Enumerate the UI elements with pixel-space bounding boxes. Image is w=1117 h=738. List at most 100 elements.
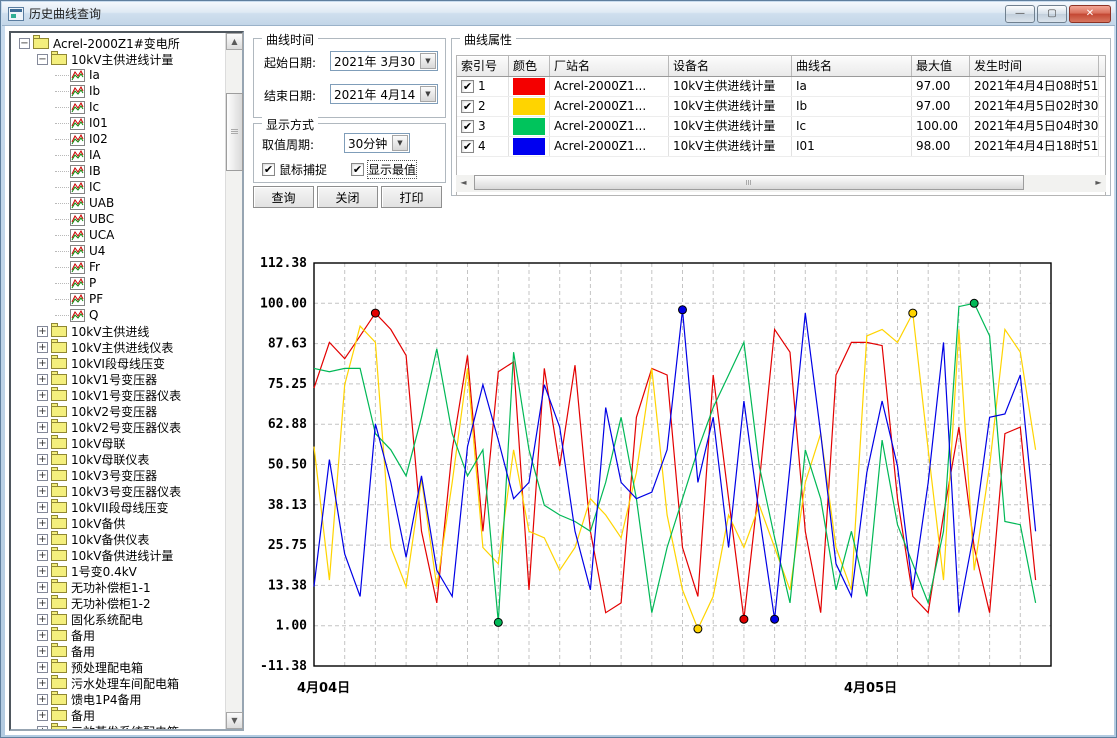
expand-box-icon[interactable]: + <box>37 358 48 369</box>
expand-box-icon[interactable]: + <box>37 470 48 481</box>
expand-box-icon[interactable]: + <box>37 518 48 529</box>
tree-item[interactable]: +10kV备供进线计量 <box>11 547 225 563</box>
expand-box-icon[interactable]: + <box>37 726 48 730</box>
close-button[interactable]: ✕ <box>1069 5 1111 23</box>
tree-item[interactable]: +固化系统配电 <box>11 611 225 627</box>
column-header[interactable]: 设备名 <box>669 56 792 76</box>
table-scroll-thumb[interactable] <box>474 175 1024 190</box>
tree-scroll-thumb[interactable] <box>226 93 243 171</box>
mouse-capture-checkbox[interactable]: ✔ <box>262 163 275 176</box>
tree-item[interactable]: +无功补偿柜1-2 <box>11 595 225 611</box>
tree-item[interactable]: IB <box>11 163 225 179</box>
column-header[interactable]: 最大值 <box>912 56 970 76</box>
start-date-dropdown-icon[interactable]: ▼ <box>420 53 436 69</box>
tree-item[interactable]: +预处理配电箱 <box>11 659 225 675</box>
expand-box-icon[interactable]: + <box>37 678 48 689</box>
tree-item[interactable]: Ia <box>11 67 225 83</box>
expand-box-icon[interactable]: + <box>37 374 48 385</box>
scroll-up-icon[interactable]: ▲ <box>226 33 243 50</box>
expand-box-icon[interactable]: + <box>37 534 48 545</box>
tree-item[interactable]: +馈电1P4备用 <box>11 691 225 707</box>
show-extremes-option[interactable]: ✔ 显示最值 <box>351 161 416 178</box>
tree-item[interactable]: +10kV母联 <box>11 435 225 451</box>
mouse-capture-option[interactable]: ✔ 鼠标捕捉 <box>262 161 327 178</box>
column-header[interactable]: 曲线名 <box>792 56 912 76</box>
tree-item[interactable]: +三效蒸发系统配电箱 <box>11 723 225 729</box>
row-checkbox[interactable]: ✔ <box>461 140 474 153</box>
tree-item[interactable]: +10kV3号变压器 <box>11 467 225 483</box>
expand-box-icon[interactable]: + <box>37 566 48 577</box>
expand-box-icon[interactable]: + <box>37 630 48 641</box>
tree-item[interactable]: +备用 <box>11 643 225 659</box>
expand-box-icon[interactable]: + <box>37 454 48 465</box>
table-row[interactable]: ✔3Acrel-2000Z1...10kV主供进线计量Ic100.002021年… <box>457 117 1105 137</box>
tree-item[interactable]: UAB <box>11 195 225 211</box>
show-extremes-checkbox[interactable]: ✔ <box>351 163 364 176</box>
end-date-picker[interactable]: 2021年 4月14 ▼ <box>330 84 438 104</box>
tree-item[interactable]: +备用 <box>11 707 225 723</box>
tree-item[interactable]: IA <box>11 147 225 163</box>
tree-item[interactable]: +10kV母联仪表 <box>11 451 225 467</box>
expand-box-icon[interactable]: + <box>37 342 48 353</box>
tree-vertical-scrollbar[interactable]: ▲ ▼ <box>225 33 242 729</box>
tree-item[interactable]: P <box>11 275 225 291</box>
tree-item[interactable]: I01 <box>11 115 225 131</box>
expand-box-icon[interactable]: + <box>37 502 48 513</box>
tree-item[interactable]: Fr <box>11 259 225 275</box>
scroll-down-icon[interactable]: ▼ <box>226 712 243 729</box>
collapse-box-icon[interactable]: − <box>37 54 48 65</box>
tree-item[interactable]: +备用 <box>11 627 225 643</box>
chart-canvas[interactable]: 112.38100.0087.6375.2562.8850.5038.1325.… <box>246 211 1114 735</box>
tree-item[interactable]: +10kV主供进线仪表 <box>11 339 225 355</box>
tree-item[interactable]: Q <box>11 307 225 323</box>
expand-box-icon[interactable]: + <box>37 646 48 657</box>
table-row[interactable]: ✔1Acrel-2000Z1...10kV主供进线计量Ia97.002021年4… <box>457 77 1105 97</box>
expand-box-icon[interactable]: + <box>37 694 48 705</box>
table-row[interactable]: ✔4Acrel-2000Z1...10kV主供进线计量I0198.002021年… <box>457 137 1105 157</box>
tree-item[interactable]: −Acrel-2000Z1#变电所 <box>11 35 225 51</box>
query-button[interactable]: 查询 <box>253 186 314 208</box>
minimize-button[interactable]: — <box>1005 5 1035 23</box>
row-checkbox[interactable]: ✔ <box>461 120 474 133</box>
expand-box-icon[interactable]: + <box>37 550 48 561</box>
expand-box-icon[interactable]: + <box>37 662 48 673</box>
table-horizontal-scrollbar[interactable]: ◄ ► <box>456 175 1106 192</box>
expand-box-icon[interactable]: + <box>37 582 48 593</box>
end-date-dropdown-icon[interactable]: ▼ <box>420 86 436 102</box>
scroll-right-icon[interactable]: ► <box>1091 175 1106 190</box>
print-button[interactable]: 打印 <box>381 186 442 208</box>
title-bar[interactable]: 历史曲线查询 — ▢ ✕ <box>2 2 1115 26</box>
scroll-left-icon[interactable]: ◄ <box>456 175 471 190</box>
tree-item[interactable]: +10kV2号变压器仪表 <box>11 419 225 435</box>
expand-box-icon[interactable]: + <box>37 486 48 497</box>
maximize-button[interactable]: ▢ <box>1037 5 1067 23</box>
tree-item[interactable]: +10kV1号变压器仪表 <box>11 387 225 403</box>
tree-item[interactable]: U4 <box>11 243 225 259</box>
tree-item[interactable]: UBC <box>11 211 225 227</box>
tree-item[interactable]: −10kV主供进线计量 <box>11 51 225 67</box>
tree-item[interactable]: +污水处理车间配电箱 <box>11 675 225 691</box>
column-header[interactable]: 发生时间 <box>970 56 1099 76</box>
expand-box-icon[interactable]: + <box>37 390 48 401</box>
tree-item[interactable]: +10kV2号变压器 <box>11 403 225 419</box>
row-checkbox[interactable]: ✔ <box>461 80 474 93</box>
tree-item[interactable]: +1号变0.4kV <box>11 563 225 579</box>
tree-item[interactable]: +10kV备供仪表 <box>11 531 225 547</box>
period-select[interactable]: 30分钟 ▼ <box>344 133 410 153</box>
tree-item[interactable]: +10kVII段母线压变 <box>11 499 225 515</box>
tree-item[interactable]: UCA <box>11 227 225 243</box>
tree-item[interactable]: +10kVI段母线压变 <box>11 355 225 371</box>
expand-box-icon[interactable]: + <box>37 406 48 417</box>
tree-item[interactable]: +10kV备供 <box>11 515 225 531</box>
expand-box-icon[interactable]: + <box>37 422 48 433</box>
expand-box-icon[interactable]: + <box>37 438 48 449</box>
tree-item[interactable]: +10kV主供进线 <box>11 323 225 339</box>
history-curve-chart[interactable]: 112.38100.0087.6375.2562.8850.5038.1325.… <box>246 211 1114 735</box>
start-date-picker[interactable]: 2021年 3月30 ▼ <box>330 51 438 71</box>
tree-item[interactable]: +10kV1号变压器 <box>11 371 225 387</box>
column-header[interactable]: 厂站名 <box>550 56 669 76</box>
expand-box-icon[interactable]: + <box>37 614 48 625</box>
tree-item[interactable]: Ic <box>11 99 225 115</box>
tree-item[interactable]: Ib <box>11 83 225 99</box>
tree-item[interactable]: PF <box>11 291 225 307</box>
